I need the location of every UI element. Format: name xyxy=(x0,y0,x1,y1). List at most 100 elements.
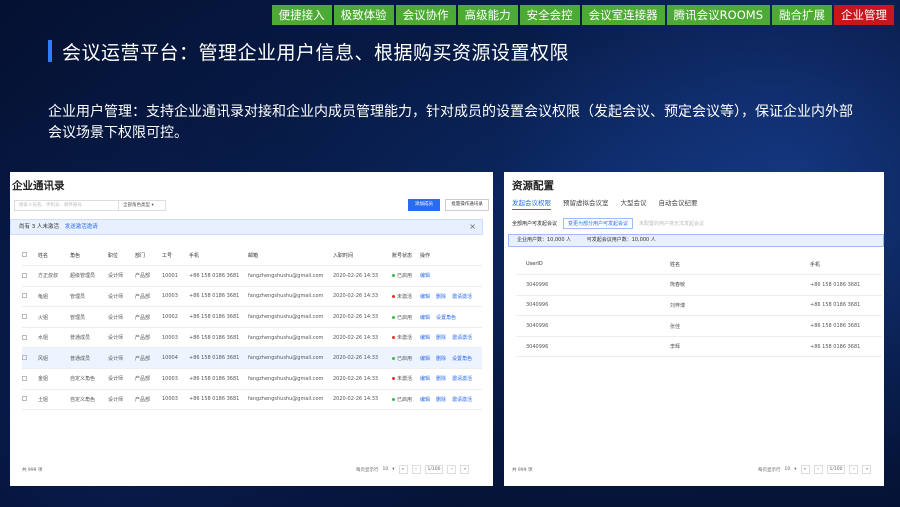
row-checkbox[interactable] xyxy=(22,327,38,349)
prev-page-icon[interactable]: ‹ xyxy=(411,465,421,474)
op-link[interactable]: 邀请激活 xyxy=(452,335,472,341)
cell-dept: 产品部 xyxy=(135,347,162,370)
table-row[interactable]: 3040996 熊春敏 +86 158 0186 3681 xyxy=(516,274,882,296)
table-row[interactable]: 水姐 普通成员 设计师 产品部 10003 +86 158 0186 3681 fangzh… xyxy=(22,327,482,349)
cell-ops: 编辑 删除 邀请激活 xyxy=(420,327,482,349)
op-link[interactable]: 删除 xyxy=(436,335,446,341)
tab-2[interactable]: 大型会议 xyxy=(621,197,647,210)
table-row[interactable]: 火姐 管理员 设计师 产品部 10002 +86 158 0186 3681 fangzhe… xyxy=(22,306,482,328)
cell-email: fangzhengshushu@gmail.com xyxy=(248,347,333,370)
nav-tab-5[interactable]: 会议室连接器 xyxy=(581,5,665,25)
cell-status: 已启用 xyxy=(392,306,420,328)
nav-tab-7[interactable]: 融合扩展 xyxy=(772,5,832,25)
table-row[interactable]: 方正叔叔 超级管理员 设计师 产品部 10001 +86 158 0186 3681 fan… xyxy=(22,265,482,287)
op-link[interactable]: 编辑 xyxy=(420,356,430,362)
op-link[interactable]: 设置角色 xyxy=(436,315,456,321)
row-checkbox[interactable] xyxy=(22,306,38,328)
nav-tab-6[interactable]: 腾讯会议ROOMS xyxy=(666,5,770,25)
table-row[interactable]: 龟姐 管理员 设计师 产品部 10003 +86 158 0186 3681 fangzhe… xyxy=(22,286,482,308)
quota-users: 企业用户数：10,000 人 xyxy=(517,237,572,243)
cell-name: 龟姐 xyxy=(38,286,70,308)
first-page-icon[interactable]: « xyxy=(398,465,408,474)
cell-phone: +86 158 0186 3681 xyxy=(189,327,248,349)
op-link[interactable]: 邀请激活 xyxy=(452,294,472,300)
row-checkbox[interactable] xyxy=(22,265,38,287)
cell-date: 2020-02-26 14:33 xyxy=(333,389,392,411)
add-member-button[interactable]: 添加成员 xyxy=(408,199,440,211)
spacer xyxy=(516,254,526,276)
nav-tab-4[interactable]: 安全会控 xyxy=(519,5,580,25)
status-dot-icon xyxy=(392,294,395,298)
option-partial-users[interactable]: 变更为部分用户可发起会议 xyxy=(563,218,634,229)
op-link[interactable]: 编辑 xyxy=(420,335,430,341)
last-page-icon[interactable]: » xyxy=(460,465,470,474)
status-dot-icon xyxy=(392,274,395,278)
cell-status: 未激活 xyxy=(392,286,420,308)
next-page-icon[interactable]: › xyxy=(849,465,859,474)
op-link[interactable]: 删除 xyxy=(436,397,446,403)
close-icon[interactable]: × xyxy=(469,220,476,234)
status-dot-icon xyxy=(392,336,395,340)
resource-tabs: 发起会议权限 预留虚拟会议室 大型会议 自动会议纪要 xyxy=(512,197,698,210)
op-link[interactable]: 编辑 xyxy=(420,294,430,300)
cell-pos: 设计师 xyxy=(108,306,135,328)
send-activation-link[interactable]: 发送激活邀请 xyxy=(65,224,98,230)
op-link[interactable]: 删除 xyxy=(436,294,446,300)
cell-id: 10003 xyxy=(162,368,189,390)
table-row[interactable]: 土姐 自定义角色 设计师 产品部 10003 +86 158 0186 3681 fangz… xyxy=(22,389,482,411)
tab-1[interactable]: 预留虚拟会议室 xyxy=(563,197,609,210)
first-page-icon[interactable]: « xyxy=(800,465,810,474)
row-checkbox[interactable] xyxy=(22,368,38,390)
status-label: 未激活 xyxy=(397,376,413,383)
op-link[interactable]: 删除 xyxy=(436,356,446,362)
op-link[interactable]: 编辑 xyxy=(420,397,430,403)
table-row[interactable]: 3040996 刘梓博 +86 158 0186 3681 xyxy=(516,295,882,317)
cell-date: 2020-02-26 14:33 xyxy=(333,265,392,287)
tab-3[interactable]: 自动会议纪要 xyxy=(659,197,698,210)
prev-page-icon[interactable]: ‹ xyxy=(813,465,823,474)
nav-tab-8[interactable]: 企业管理 xyxy=(834,5,894,25)
nav-tab-1[interactable]: 极致体验 xyxy=(333,5,394,25)
search-input[interactable]: 搜索人员名、手机号、邮件账号 xyxy=(14,200,119,211)
page-indicator[interactable]: 1/100 xyxy=(424,465,444,474)
status-dot-icon xyxy=(392,397,395,401)
cell-pos: 设计师 xyxy=(108,265,135,287)
cell-email: fangzhengshushu@gmail.com xyxy=(248,327,333,349)
select-all-checkbox[interactable] xyxy=(22,245,38,267)
op-link[interactable]: 邀请激活 xyxy=(452,376,472,382)
last-page-icon[interactable]: » xyxy=(862,465,872,474)
option-hint: 未配置的用户将无法发起会议 xyxy=(639,221,705,227)
cell-uid: 3040996 xyxy=(526,336,670,358)
per-page-select[interactable]: 10 xyxy=(383,467,389,472)
table-row[interactable]: 3040996 张佳 +86 158 0186 3681 xyxy=(516,315,882,337)
op-link[interactable]: 编辑 xyxy=(420,315,430,321)
op-link[interactable]: 编辑 xyxy=(420,273,430,279)
role-filter-select[interactable]: 全部角色类型 ▾ xyxy=(118,200,166,211)
tab-0[interactable]: 发起会议权限 xyxy=(512,197,551,210)
checkbox-icon xyxy=(22,396,27,402)
row-checkbox[interactable] xyxy=(22,286,38,308)
op-link[interactable]: 删除 xyxy=(436,376,446,382)
table-row[interactable]: 3040996 李辉 +86 158 0186 3681 xyxy=(516,336,882,358)
resource-title: 资源配置 xyxy=(512,180,554,192)
quota-bar: 企业用户数：10,000 人 可发起会议用户数：10,000 人 xyxy=(508,234,884,247)
op-link[interactable]: 邀请激活 xyxy=(452,397,472,403)
op-link[interactable]: 编辑 xyxy=(420,376,430,382)
cell-name: 风姐 xyxy=(38,347,70,370)
nav-tab-3[interactable]: 高级能力 xyxy=(457,5,518,25)
cell-name: 火姐 xyxy=(38,306,70,328)
option-all-users[interactable]: 全部用户可发起会议 xyxy=(512,220,557,227)
nav-tab-0[interactable]: 便捷接入 xyxy=(271,5,332,25)
cell-dept: 产品部 xyxy=(135,389,162,411)
checkbox-icon xyxy=(22,293,27,299)
op-link[interactable]: 设置角色 xyxy=(452,356,472,362)
page-indicator[interactable]: 1/100 xyxy=(826,465,846,474)
batch-operation-button[interactable]: 批量操作通讯录 xyxy=(445,199,489,211)
table-row[interactable]: 金姐 自定义角色 设计师 产品部 10003 +86 158 0186 3681 fangz… xyxy=(22,368,482,390)
row-checkbox[interactable] xyxy=(22,347,38,370)
table-row[interactable]: 风姐 普通成员 设计师 产品部 10004 +86 158 0186 3681 fangzh… xyxy=(22,347,482,370)
row-checkbox[interactable] xyxy=(22,389,38,411)
per-page-select[interactable]: 10 xyxy=(785,467,791,472)
next-page-icon[interactable]: › xyxy=(447,465,457,474)
nav-tab-2[interactable]: 会议协作 xyxy=(395,5,456,25)
